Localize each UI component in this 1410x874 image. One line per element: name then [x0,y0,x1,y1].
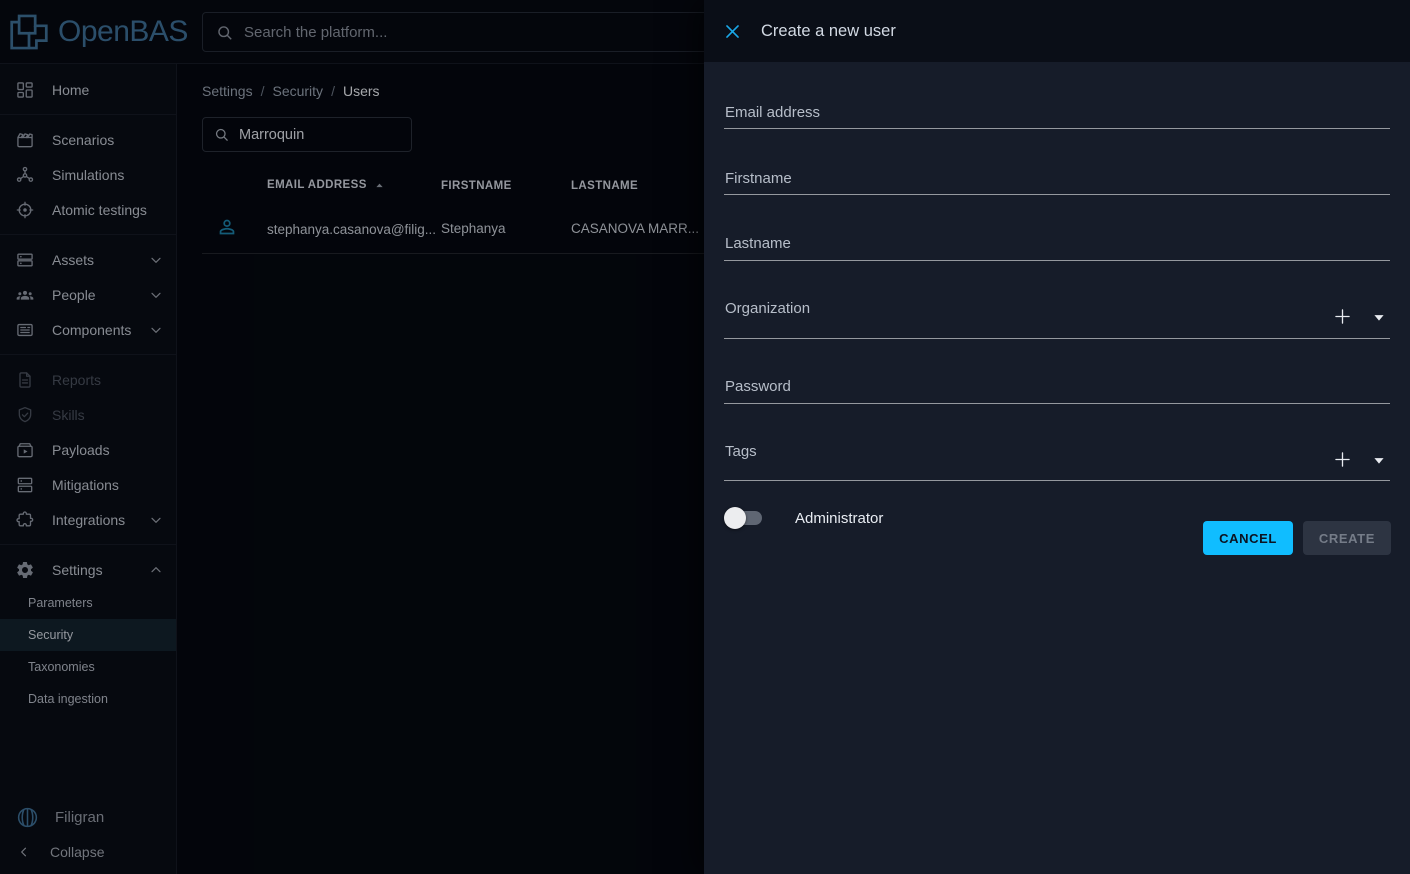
field-label: Tags [725,443,757,460]
lastname-field[interactable]: Lastname [724,235,1390,261]
openbas-app: OpenBAS Home Scenarios [0,0,1410,874]
password-field[interactable]: Password [724,378,1390,404]
field-label: Organization [725,300,810,317]
organization-dropdown-button[interactable] [1368,306,1390,328]
create-button: CREATE [1303,521,1391,555]
tags-field[interactable]: Tags [724,441,1390,481]
create-user-drawer: Create a new user Email address Firstnam… [704,0,1410,874]
caret-down-icon [1368,449,1390,471]
add-tag-button[interactable] [1330,447,1354,471]
plus-icon [1332,449,1353,470]
tags-dropdown-button[interactable] [1368,449,1390,471]
field-label: Lastname [725,235,791,252]
field-label: Email address [725,104,820,121]
drawer-title: Create a new user [761,22,896,41]
field-label: Firstname [725,170,792,187]
cancel-button[interactable]: CANCEL [1203,521,1293,555]
email-address-field[interactable]: Email address [724,104,1390,129]
close-drawer-button[interactable] [718,17,746,45]
administrator-label: Administrator [795,510,883,527]
administrator-toggle[interactable] [724,506,766,530]
field-label: Password [725,378,791,395]
administrator-toggle-row: Administrator [724,504,883,532]
drawer-header: Create a new user [704,0,1410,62]
firstname-field[interactable]: Firstname [724,170,1390,195]
close-icon [723,22,742,41]
toggle-thumb [724,507,746,529]
add-organization-button[interactable] [1330,304,1354,328]
plus-icon [1332,306,1353,327]
organization-field[interactable]: Organization [724,298,1390,339]
drawer-actions: CANCEL CREATE [1203,521,1391,555]
caret-down-icon [1368,306,1390,328]
